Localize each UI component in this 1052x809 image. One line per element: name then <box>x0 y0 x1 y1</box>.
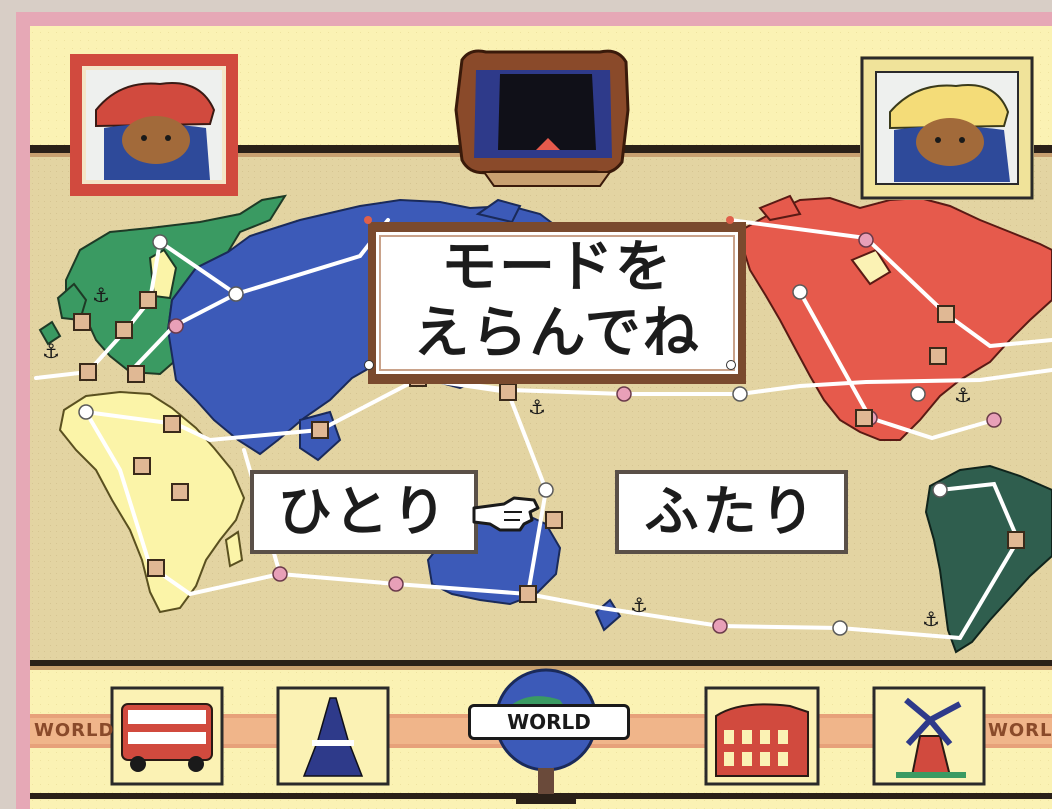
panel-corner-pin <box>726 216 734 224</box>
world-banner-text-right: WORLD <box>988 720 1052 741</box>
mode-select-prompt: モードを えらんでね <box>368 222 746 384</box>
svg-text:⚓: ⚓ <box>92 283 110 307</box>
windmill-icon <box>872 686 986 786</box>
svg-text:⚓: ⚓ <box>922 607 940 631</box>
svg-text:⚓: ⚓ <box>630 593 648 617</box>
panel-corner-pin <box>364 360 374 370</box>
prompt-line-1: モードを <box>441 235 673 300</box>
svg-text:⚓: ⚓ <box>528 395 546 419</box>
single-player-label: ひとり <box>277 480 451 543</box>
game-screen: ⚓ ⚓ ⚓ ⚓ ⚓ ⚓ WORLD WORLD WORL モードを えらんでね … <box>0 0 1052 809</box>
bear-yellow-hat-portrait-icon <box>860 56 1034 200</box>
bear-red-hat-portrait-icon <box>70 54 238 196</box>
panel-corner-pin <box>726 360 736 370</box>
single-player-button[interactable]: ひとり <box>250 470 478 554</box>
svg-text:⚓: ⚓ <box>954 383 972 407</box>
two-player-label: ふたり <box>644 480 819 543</box>
panel-corner-pin <box>364 216 372 224</box>
colosseum-icon <box>704 686 820 786</box>
world-banner-text-globe: WORLD <box>468 704 630 740</box>
eiffel-tower-icon <box>276 686 390 786</box>
prompt-line-2: えらんでね <box>413 301 701 366</box>
double-decker-bus-icon <box>110 686 224 786</box>
svg-text:⚓: ⚓ <box>42 339 60 363</box>
two-player-button[interactable]: ふたり <box>615 470 848 554</box>
world-banner-text-left: WORLD <box>34 720 115 741</box>
ornate-mirror-frame-icon <box>454 49 630 187</box>
scene-art: ⚓ ⚓ ⚓ ⚓ ⚓ ⚓ <box>0 0 1052 809</box>
pointing-hand-cursor-icon <box>472 496 540 532</box>
